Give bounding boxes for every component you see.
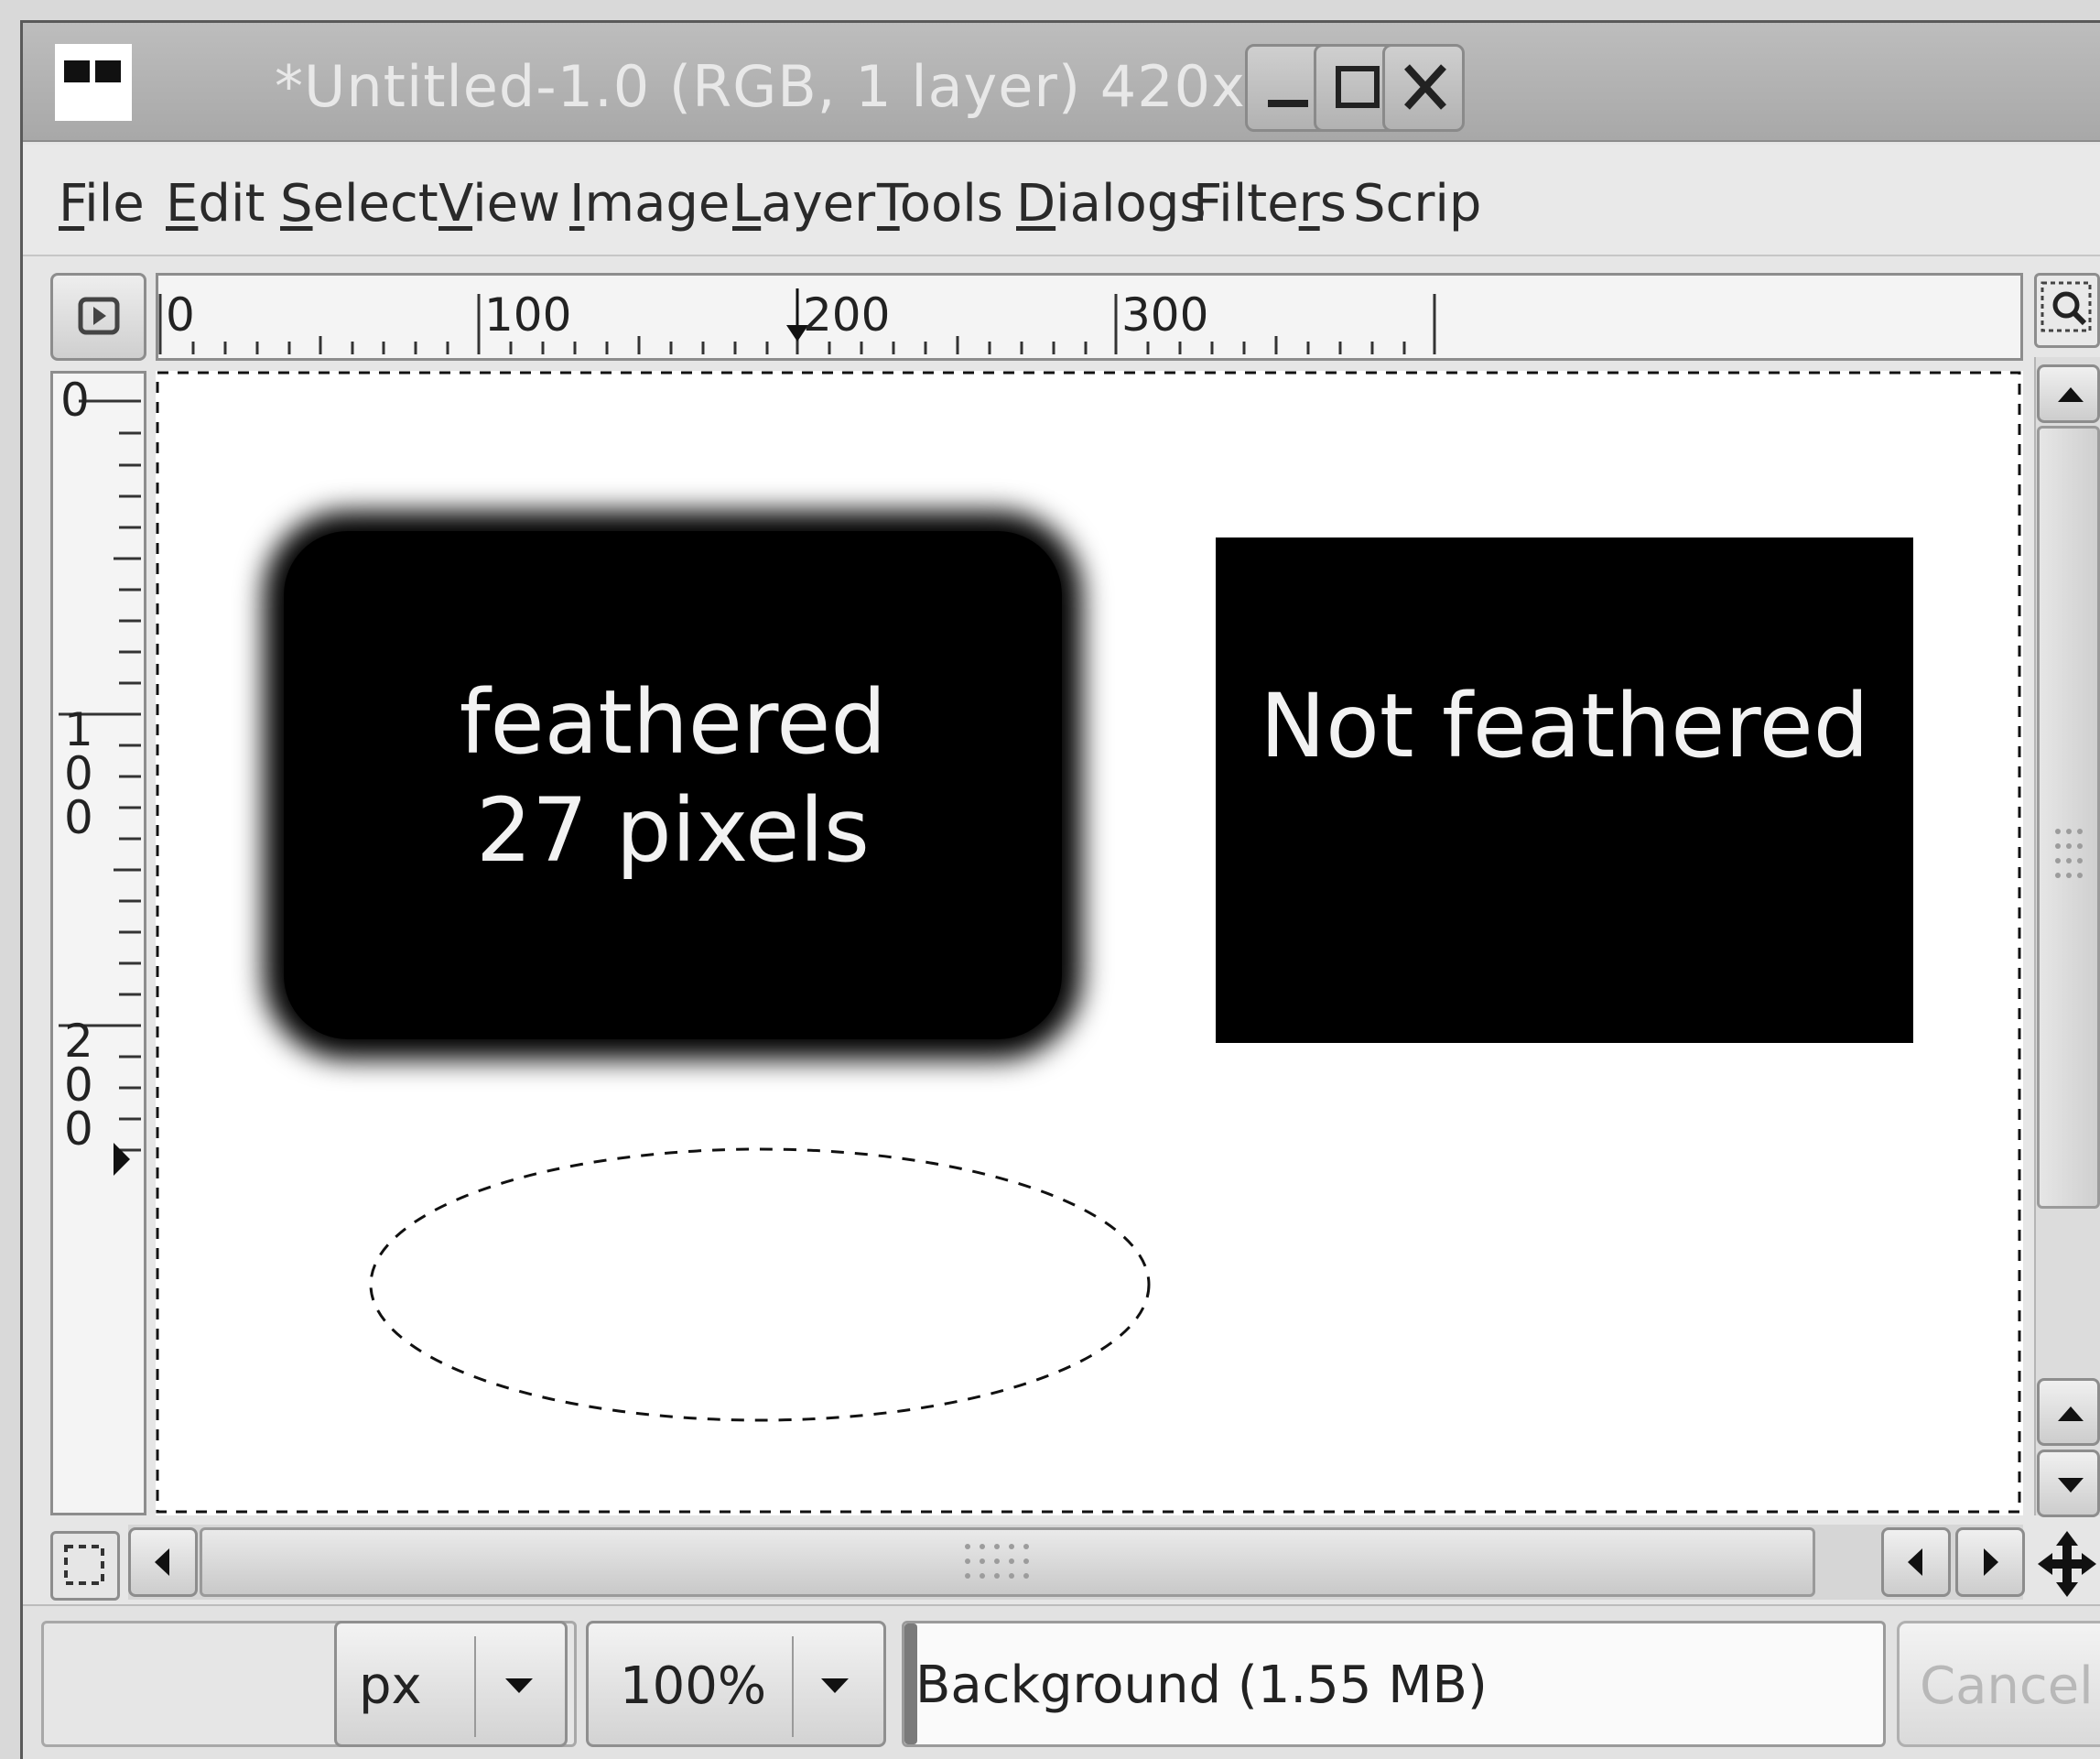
scroll-up-button-lower[interactable]: [2037, 1378, 2100, 1446]
vruler-label-0: 0: [60, 374, 90, 427]
scroll-right-button[interactable]: [1955, 1527, 2025, 1597]
quick-mask-toggle[interactable]: [50, 1531, 120, 1601]
navigate-menu-button[interactable]: [50, 273, 146, 361]
menu-mnemonic: I: [569, 174, 585, 233]
zoom-selector[interactable]: 100%: [586, 1621, 886, 1747]
vruler-label-200: 200: [64, 1015, 93, 1156]
menu-layer-label: Layer: [732, 174, 876, 233]
zoom-icon: [2040, 281, 2092, 332]
navigate-icon: [78, 297, 120, 335]
selection-overlay: [156, 371, 2021, 1514]
zoom-value: 100%: [620, 1656, 767, 1716]
vertical-ruler[interactable]: 0 100 200: [50, 371, 146, 1515]
menu-select[interactable]: Select: [280, 174, 438, 233]
menu-edit-label: Edit: [166, 174, 265, 233]
move-navigate-icon: [2038, 1531, 2096, 1597]
menu-file-label: File: [59, 174, 145, 233]
menu-edit[interactable]: Edit: [166, 174, 265, 233]
menu-tools[interactable]: Tools: [877, 174, 1003, 233]
arrow-down-icon: [2058, 1478, 2084, 1493]
arrow-up-icon: [2058, 1406, 2084, 1421]
vertical-ruler-ticks: [59, 399, 141, 1176]
unit-value: px: [359, 1656, 422, 1716]
menu-tools-label: Tools: [877, 174, 1003, 233]
unit-selector[interactable]: px: [334, 1621, 568, 1747]
vruler-label-100: 100: [64, 703, 93, 844]
menu-image[interactable]: Image: [569, 174, 730, 233]
cancel-label: Cancel: [1920, 1656, 2094, 1716]
ruler-label-0: 0: [166, 288, 195, 342]
dropdown-arrow-icon: [821, 1678, 849, 1693]
menu-filters-label: Filters: [1193, 174, 1347, 233]
menu-view[interactable]: View: [438, 174, 560, 233]
menu-file[interactable]: File: [59, 174, 145, 233]
image-canvas[interactable]: feathered 27 pixels Not feathered: [156, 371, 2023, 1515]
arrow-left-icon: [155, 1548, 169, 1576]
vertical-ruler-marker: [114, 1143, 130, 1176]
arrow-right-icon: [1984, 1548, 1998, 1576]
ruler-label-200: 200: [803, 288, 891, 342]
menu-mnemonic: r: [1298, 174, 1320, 233]
menu-mnemonic: S: [280, 174, 313, 233]
menu-mnemonic: D: [1016, 174, 1056, 233]
close-button[interactable]: [1382, 44, 1465, 132]
window-title: *Untitled-1.0 (RGB, 1 layer) 420x300: [275, 53, 1358, 120]
grip-dots: [2055, 829, 2083, 878]
navigate-image-button[interactable]: [2034, 1527, 2100, 1601]
app-icon[interactable]: [55, 44, 132, 121]
menu-filters[interactable]: Filters: [1193, 174, 1347, 233]
menu-image-label: Image: [569, 174, 731, 233]
menu-mnemonic: L: [732, 174, 762, 233]
scroll-left-button-right[interactable]: [1881, 1527, 1951, 1597]
ruler-label-100: 100: [484, 288, 572, 342]
menu-mnemonic: V: [438, 174, 473, 233]
dropdown-arrow-icon: [505, 1678, 533, 1693]
ruler-label-300: 300: [1121, 288, 1209, 342]
menu-dialogs[interactable]: Dialogs: [1016, 174, 1207, 233]
scroll-up-button[interactable]: [2037, 364, 2100, 423]
menu-script-fu[interactable]: Scrip: [1353, 174, 1481, 233]
arrow-left-icon: [1908, 1548, 1922, 1576]
layer-boundary: [156, 371, 2021, 1514]
vertical-scroll-thumb[interactable]: [2037, 426, 2100, 1209]
scroll-down-button[interactable]: [2037, 1450, 2100, 1517]
zoom-image-button[interactable]: [2034, 273, 2100, 348]
menu-dialogs-label: Dialogs: [1016, 174, 1207, 233]
status-message: Background (1.55 MB): [915, 1656, 1488, 1715]
menu-view-label: View: [438, 174, 560, 233]
menu-mnemonic: T: [877, 174, 900, 233]
menu-select-label: Select: [280, 174, 438, 233]
quick-mask-icon: [64, 1545, 104, 1585]
menu-mnemonic: E: [166, 174, 199, 233]
close-icon: [1404, 64, 1446, 110]
menu-mnemonic: F: [59, 174, 85, 233]
grip-dots: [965, 1544, 1029, 1579]
horizontal-ruler[interactable]: 0 100 200 300: [156, 273, 2023, 361]
scroll-left-button[interactable]: [128, 1527, 198, 1597]
ellipse-selection-marquee: [369, 1147, 1151, 1422]
arrow-up-icon: [2058, 387, 2084, 402]
menu-script-fu-label: Scrip: [1353, 174, 1482, 233]
menu-layer[interactable]: Layer: [732, 174, 875, 233]
horizontal-ruler-ticks: [158, 288, 1436, 354]
horizontal-scroll-thumb[interactable]: [200, 1527, 1815, 1597]
cancel-button[interactable]: Cancel: [1897, 1621, 2100, 1747]
